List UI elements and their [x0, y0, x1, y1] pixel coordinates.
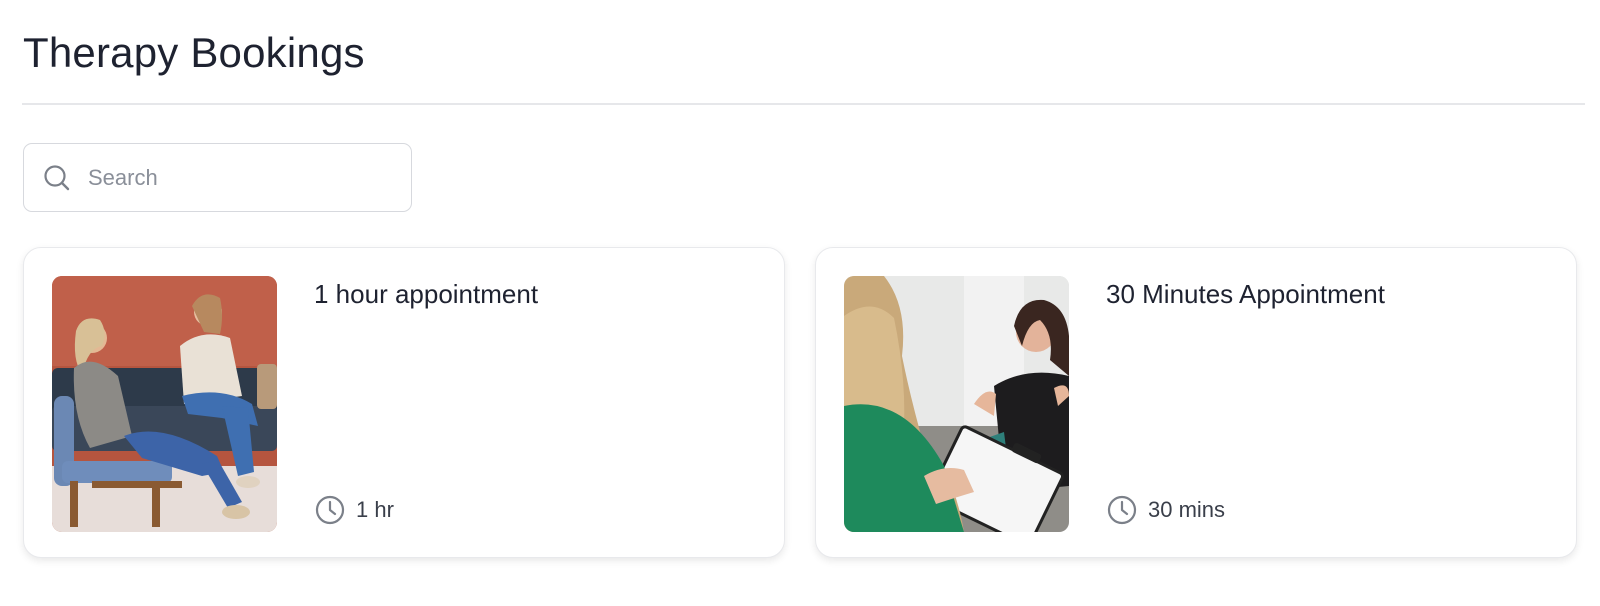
search-input[interactable]	[88, 157, 378, 198]
clock-icon	[314, 494, 346, 526]
service-card-1-hour[interactable]: 1 hour appointment 1 hr	[23, 247, 785, 558]
service-image-therapist-clipboard	[844, 276, 1069, 532]
duration-label: 30 mins	[1148, 497, 1226, 522]
service-duration: 30 mins	[1106, 494, 1225, 526]
service-card-30-minutes[interactable]: 30 Minutes Appointment 30 mins	[815, 247, 1577, 558]
page-title: Therapy Bookings	[23, 29, 365, 76]
service-title: 30 Minutes Appointment	[1106, 279, 1385, 309]
duration-label: 1 hr	[356, 497, 394, 522]
search-icon	[42, 163, 72, 193]
clock-icon	[1106, 494, 1138, 526]
service-image-therapy-session	[52, 276, 277, 532]
service-title: 1 hour appointment	[314, 279, 539, 309]
search-box[interactable]	[23, 143, 412, 212]
service-duration: 1 hr	[314, 494, 394, 526]
page: Therapy Bookings Search 1 hour appointme…	[0, 0, 1600, 606]
title-divider	[22, 103, 1585, 105]
